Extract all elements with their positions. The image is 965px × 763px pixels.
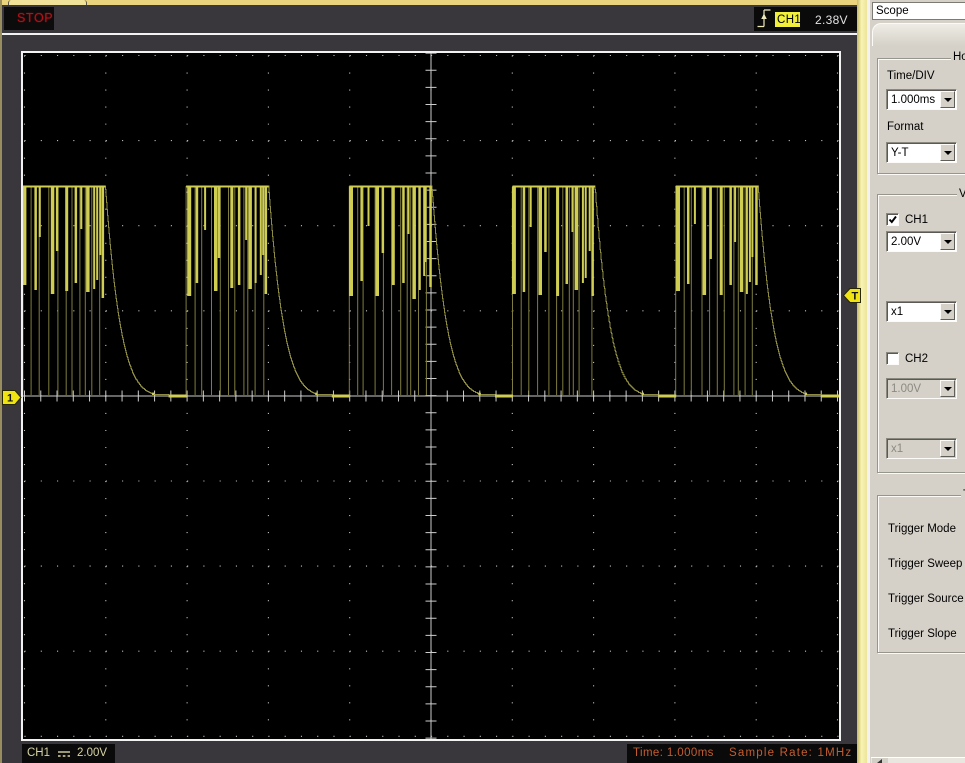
svg-text:T: T <box>852 291 859 303</box>
svg-text:1: 1 <box>7 393 13 405</box>
